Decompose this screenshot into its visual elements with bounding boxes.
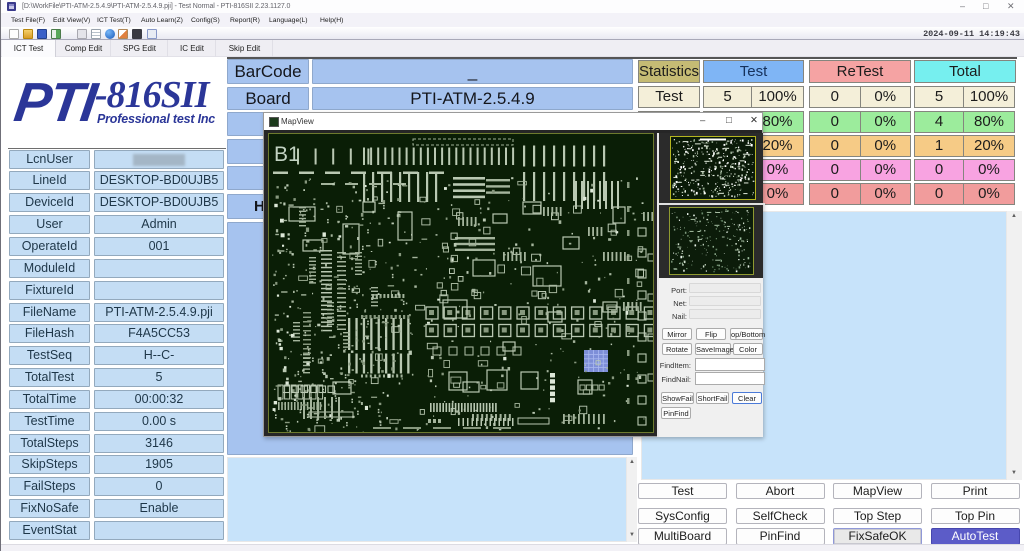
svg-text:B1: B1 [274,143,300,166]
